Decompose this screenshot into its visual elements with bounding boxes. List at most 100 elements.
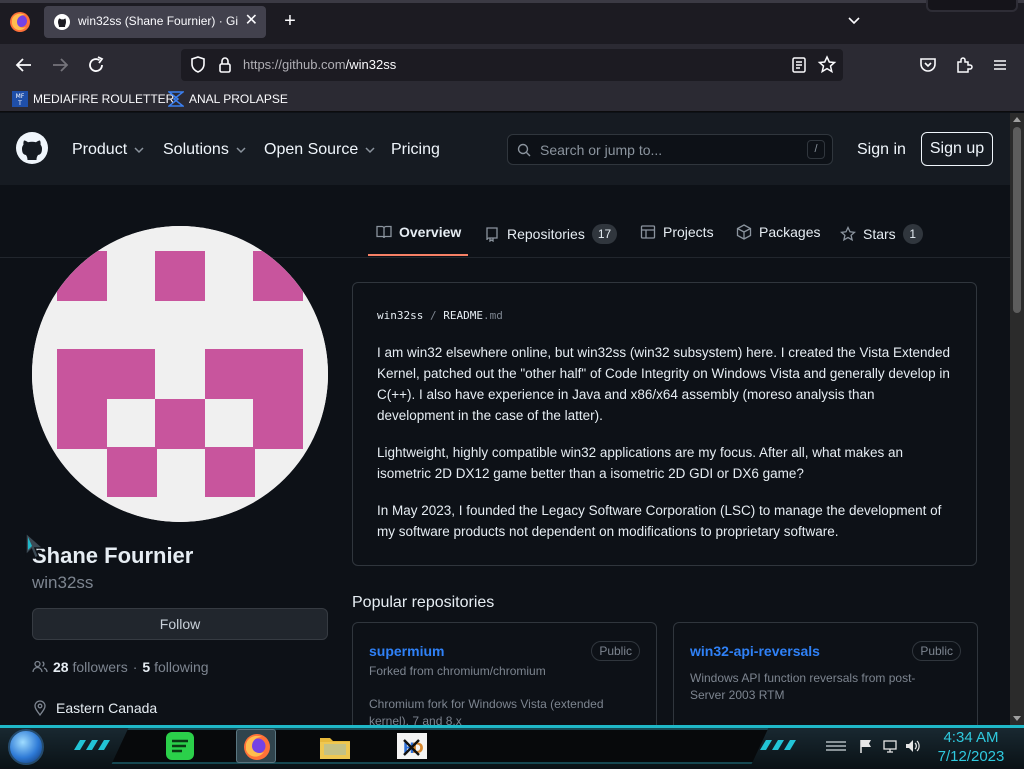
tab-overview[interactable]: Overview — [376, 224, 461, 240]
tab-label: Packages — [759, 224, 821, 240]
followers-label: followers — [72, 659, 128, 675]
bookmark-star-icon[interactable] — [815, 53, 839, 77]
tab-label: Stars — [863, 226, 896, 242]
location-text: Eastern Canada — [56, 700, 158, 716]
repo-name-link[interactable]: supermium — [369, 643, 444, 659]
tab-projects[interactable]: Projects — [640, 224, 714, 240]
url-text[interactable]: https://github.com/win32ss — [243, 57, 396, 72]
bookmark-item[interactable]: ANAL PROLAPSE — [168, 91, 288, 107]
following-link[interactable]: 5 following — [142, 659, 208, 675]
mediafire-icon: MFT — [12, 91, 28, 107]
lock-icon[interactable] — [213, 53, 237, 77]
action-center-flag-icon[interactable] — [858, 738, 874, 754]
page-scrollbar[interactable] — [1010, 113, 1024, 725]
tab-repositories[interactable]: Repositories 17 — [484, 224, 618, 244]
hamburger-menu-icon[interactable] — [988, 53, 1012, 77]
new-tab-button[interactable]: + — [280, 10, 300, 32]
reload-icon[interactable] — [84, 53, 108, 77]
scroll-up-arrow-icon[interactable] — [1013, 117, 1021, 122]
tab-label: Projects — [663, 224, 714, 240]
taskbar-app-firefox[interactable] — [236, 729, 276, 763]
readme-file-link[interactable]: README — [443, 309, 483, 322]
search-placeholder: Search or jump to... — [540, 142, 663, 158]
selected-tab-indicator — [368, 254, 468, 256]
tracking-protection-shield-icon[interactable] — [186, 53, 210, 77]
chevron-down-icon — [365, 147, 375, 154]
url-path: /win32ss — [345, 57, 397, 72]
repo-name-link[interactable]: win32-api-reversals — [690, 643, 820, 659]
nav-product[interactable]: Product — [72, 141, 145, 159]
extensions-puzzle-icon[interactable] — [952, 53, 976, 77]
url-host: https://github.com — [243, 57, 346, 72]
nav-label: Open Source — [264, 141, 359, 158]
back-arrow-icon[interactable] — [12, 53, 36, 77]
notes-app-icon — [166, 732, 194, 760]
followers-summary: 28 followers · 5 following — [32, 659, 209, 675]
nav-label: Pricing — [391, 141, 440, 158]
tab-label: Repositories — [507, 226, 585, 242]
browser-tab-active[interactable]: win32ss (Shane Fournier) · GitHub ✕ — [44, 6, 266, 38]
github-logo-icon[interactable] — [16, 132, 48, 164]
search-shortcut-key: / — [807, 140, 825, 159]
nav-pricing[interactable]: Pricing — [391, 141, 440, 159]
star-icon — [840, 226, 856, 242]
separator-dot: · — [132, 659, 138, 675]
svg-text:MF: MF — [16, 93, 25, 100]
system-clock[interactable]: 4:34 AM 7/12/2023 — [930, 728, 1012, 766]
book-icon — [376, 225, 392, 239]
reader-view-icon[interactable] — [787, 53, 811, 77]
repositories-count-badge: 17 — [591, 224, 618, 244]
bookmark-item[interactable]: MF T MEDIAFIRE ROULETTER — [12, 91, 174, 107]
readme-paragraph: Lightweight, highly compatible win32 app… — [377, 445, 904, 481]
close-tab-icon[interactable]: ✕ — [245, 12, 258, 30]
nav-label: Product — [72, 141, 128, 158]
table-icon — [640, 225, 656, 239]
readme-owner-link[interactable]: win32ss — [377, 309, 423, 322]
readme-paragraph: I am win32 elsewhere online, but win32ss… — [377, 345, 951, 423]
pocket-icon[interactable] — [916, 53, 940, 77]
following-count: 5 — [142, 659, 151, 675]
tab-label: Overview — [399, 224, 462, 240]
volume-icon[interactable] — [904, 738, 920, 754]
taskbar-app-explorer[interactable] — [315, 729, 355, 763]
network-icon[interactable] — [882, 738, 898, 754]
mouse-cursor-icon — [25, 531, 45, 559]
followers-link[interactable]: 28 followers — [53, 659, 128, 675]
start-button[interactable] — [8, 729, 44, 765]
show-hidden-icons-icon[interactable] — [824, 738, 848, 754]
forward-arrow-icon[interactable] — [48, 53, 72, 77]
profile-name: Shane Fournier — [32, 543, 194, 568]
search-input[interactable]: Search or jump to... / — [507, 134, 833, 165]
tab-packages[interactable]: Packages — [736, 224, 820, 240]
nav-solutions[interactable]: Solutions — [163, 141, 247, 159]
readme-paragraph: In May 2023, I founded the Legacy Softwa… — [377, 503, 942, 539]
chevron-down-icon — [134, 147, 144, 154]
tab-title: win32ss (Shane Fournier) · GitHub — [78, 14, 238, 28]
profile-login: win32ss — [32, 573, 94, 592]
hxd-hex-editor-icon: HD — [397, 733, 427, 759]
clock-date: 7/12/2023 — [937, 748, 1005, 765]
follow-button[interactable]: Follow — [32, 608, 328, 640]
scroll-down-arrow-icon[interactable] — [1013, 716, 1021, 721]
scrollbar-thumb[interactable] — [1013, 127, 1021, 313]
followers-count: 28 — [53, 659, 69, 675]
tab-stars[interactable]: Stars 1 — [840, 224, 923, 244]
github-favicon-icon — [54, 14, 70, 30]
taskbar-app-notes[interactable] — [160, 729, 200, 763]
svg-text:T: T — [17, 100, 22, 107]
list-all-tabs-icon[interactable] — [846, 12, 862, 28]
repo-description: Windows API function reversals from post… — [690, 671, 916, 702]
firefox-menu-icon[interactable] — [8, 10, 32, 34]
nav-open-source[interactable]: Open Source — [264, 141, 376, 159]
profile-location: Eastern Canada — [32, 700, 157, 716]
identicon-image — [32, 226, 328, 522]
taskbar-app-hxd[interactable]: HD — [392, 729, 432, 763]
window-top-border — [0, 0, 1024, 3]
file-explorer-icon — [320, 738, 350, 759]
window-decoration — [926, 0, 1018, 12]
sign-up-button[interactable]: Sign up — [921, 132, 993, 166]
taskbar-chevrons-decoration — [74, 740, 110, 750]
avatar[interactable] — [32, 226, 328, 522]
visibility-badge: Public — [591, 641, 640, 661]
sign-in-link[interactable]: Sign in — [857, 141, 906, 159]
